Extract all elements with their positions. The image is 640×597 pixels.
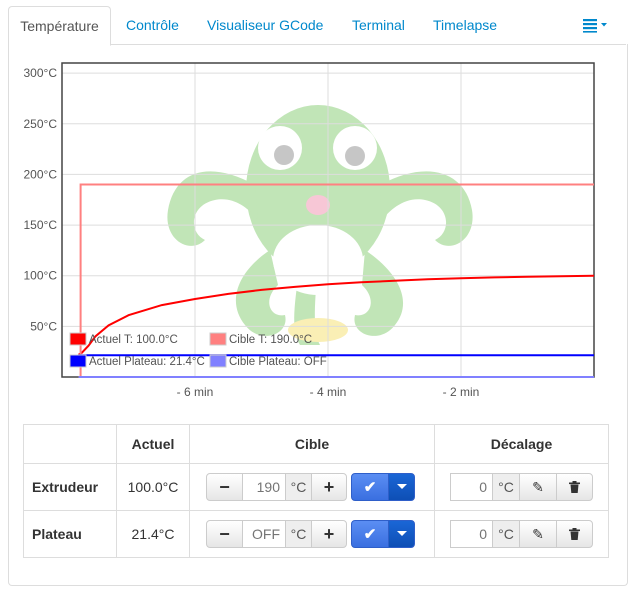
x-axis-ticks: - 6 min - 4 min - 2 min xyxy=(177,385,480,399)
temperature-table: Actuel Cible Décalage Extrudeur 100.0°C … xyxy=(23,424,609,558)
legend-label: Cible T: 190.0°C xyxy=(229,334,312,346)
delete-offset-button[interactable] xyxy=(556,473,593,501)
target-temp-input[interactable] xyxy=(242,520,286,548)
check-icon: ✔ xyxy=(363,479,377,496)
edit-offset-button[interactable]: ✎ xyxy=(519,473,557,501)
x-tick-label: - 2 min xyxy=(443,385,480,399)
legend-label: Cible Plateau: OFF xyxy=(229,356,327,368)
unit-label: °C xyxy=(285,520,312,548)
x-tick-label: - 6 min xyxy=(177,385,214,399)
increase-target-button[interactable]: + xyxy=(311,473,347,501)
y-tick-label: 200°C xyxy=(24,167,58,181)
target-temp-input[interactable] xyxy=(242,473,286,501)
unit-label: °C xyxy=(492,520,520,548)
y-tick-label: 300°C xyxy=(24,66,58,80)
header-offset: Décalage xyxy=(434,424,609,464)
trash-icon xyxy=(569,528,580,540)
legend-swatch xyxy=(209,354,227,368)
check-icon: ✔ xyxy=(363,526,377,543)
target-controls: − °C + ✔ xyxy=(189,463,435,511)
legend-label: Actuel T: 100.0°C xyxy=(89,334,178,346)
delete-offset-button[interactable] xyxy=(556,520,593,548)
edit-offset-button[interactable]: ✎ xyxy=(519,520,557,548)
trash-icon xyxy=(569,481,580,493)
set-target-button[interactable]: ✔ xyxy=(351,520,389,548)
target-dropdown-button[interactable] xyxy=(388,520,415,548)
legend-label: Actuel Plateau: 21.4°C xyxy=(89,356,205,368)
row-label: Extrudeur xyxy=(23,463,117,511)
offset-input[interactable] xyxy=(450,473,493,501)
table-row-bed: Plateau 21.4°C − °C + ✔ °C ✎ xyxy=(23,510,609,558)
x-tick-label: - 4 min xyxy=(310,385,347,399)
decrease-target-button[interactable]: − xyxy=(206,473,243,501)
y-tick-label: 150°C xyxy=(24,218,58,232)
unit-label: °C xyxy=(285,473,312,501)
legend-swatch xyxy=(209,332,227,346)
increase-target-button[interactable]: + xyxy=(311,520,347,548)
target-dropdown-button[interactable] xyxy=(388,473,415,501)
caret-down-icon xyxy=(396,484,407,489)
legend-swatch xyxy=(69,354,87,368)
y-tick-label: 250°C xyxy=(24,117,58,131)
offset-input[interactable] xyxy=(450,520,493,548)
row-label: Plateau xyxy=(23,510,117,558)
header-actual: Actuel xyxy=(116,424,190,464)
plus-icon: + xyxy=(323,523,335,544)
offset-controls: °C ✎ xyxy=(434,463,609,511)
plus-icon: + xyxy=(323,476,335,497)
actual-value: 100.0°C xyxy=(116,463,190,511)
y-tick-label: 50°C xyxy=(30,319,57,333)
decrease-target-button[interactable]: − xyxy=(206,520,243,548)
table-row-extruder: Extrudeur 100.0°C − °C + ✔ °C ✎ xyxy=(23,463,609,511)
minus-icon: − xyxy=(219,476,230,497)
minus-icon: − xyxy=(219,523,230,544)
temperature-chart: 300°C 250°C 200°C 150°C 100°C 50°C - 6 min - 4… xyxy=(24,62,595,399)
target-controls: − °C + ✔ xyxy=(189,510,435,558)
actual-value: 21.4°C xyxy=(116,510,190,558)
pencil-icon: ✎ xyxy=(532,478,544,495)
set-target-button[interactable]: ✔ xyxy=(351,473,389,501)
header-target: Cible xyxy=(189,424,435,464)
chart-grid xyxy=(62,63,594,377)
header-empty xyxy=(23,424,117,464)
legend-swatch xyxy=(69,332,87,346)
chart-legend: Actuel T: 100.0°C Cible T: 190.0°C Actuel … xyxy=(69,332,327,368)
pencil-icon: ✎ xyxy=(532,525,544,542)
unit-label: °C xyxy=(492,473,520,501)
caret-down-icon xyxy=(396,531,407,536)
offset-controls: °C ✎ xyxy=(434,510,609,558)
y-axis-ticks: 300°C 250°C 200°C 150°C 100°C 50°C xyxy=(24,66,58,333)
y-tick-label: 100°C xyxy=(24,269,58,283)
